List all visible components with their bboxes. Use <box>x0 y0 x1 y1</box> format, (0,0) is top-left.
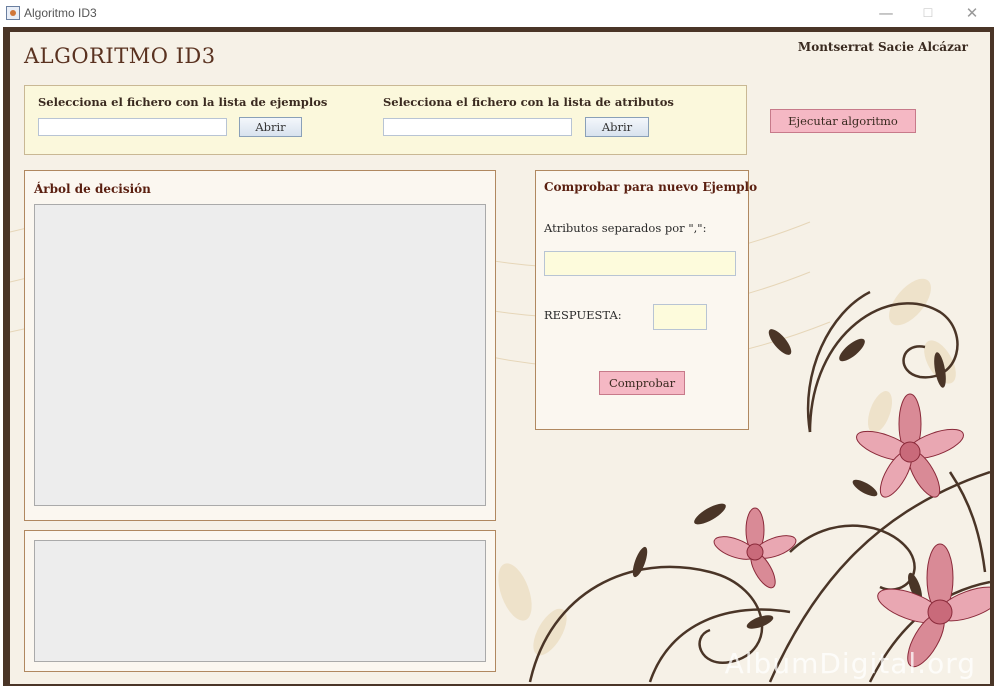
author-name: Montserrat Sacie Alcázar <box>797 40 968 54</box>
watermark: AlbumDigital.org <box>724 647 976 680</box>
attributes-input-field[interactable] <box>544 251 736 276</box>
main-content: ALGORITMO ID3 Montserrat Sacie Alcázar S… <box>10 32 990 684</box>
output-text-area[interactable] <box>34 540 486 662</box>
minimize-button[interactable]: — <box>870 3 902 23</box>
close-button[interactable]: ✕ <box>956 3 988 23</box>
decision-tree-title: Árbol de decisión <box>34 182 151 196</box>
check-example-title: Comprobar para nuevo Ejemplo <box>544 180 758 194</box>
decision-tree-view[interactable] <box>34 204 486 506</box>
window-titlebar: Algoritmo ID3 — ☐ ✕ <box>0 0 997 27</box>
java-app-icon <box>6 6 20 20</box>
window-title: Algoritmo ID3 <box>24 6 97 20</box>
check-example-panel: Comprobar para nuevo Ejemplo Atributos s… <box>535 170 757 430</box>
decision-tree-panel: Árbol de decisión <box>24 170 496 521</box>
examples-file-label: Selecciona el fichero con la lista de ej… <box>38 95 328 109</box>
open-examples-button[interactable]: Abrir <box>239 117 302 137</box>
check-button[interactable]: Comprobar <box>599 371 685 395</box>
examples-file-field[interactable] <box>38 118 227 136</box>
output-panel <box>24 530 496 672</box>
answer-field <box>653 304 707 330</box>
maximize-button[interactable]: ☐ <box>912 3 944 23</box>
answer-label: RESPUESTA: <box>544 308 622 322</box>
file-selection-panel: Selecciona el fichero con la lista de ej… <box>24 85 747 155</box>
attributes-file-field[interactable] <box>383 118 572 136</box>
app-title: ALGORITMO ID3 <box>24 44 216 68</box>
attributes-input-label: Atributos separados por ",": <box>544 221 707 235</box>
open-attributes-button[interactable]: Abrir <box>585 117 649 137</box>
run-algorithm-button[interactable]: Ejecutar algoritmo <box>770 109 916 133</box>
attributes-file-label: Selecciona el fichero con la lista de at… <box>383 95 674 109</box>
